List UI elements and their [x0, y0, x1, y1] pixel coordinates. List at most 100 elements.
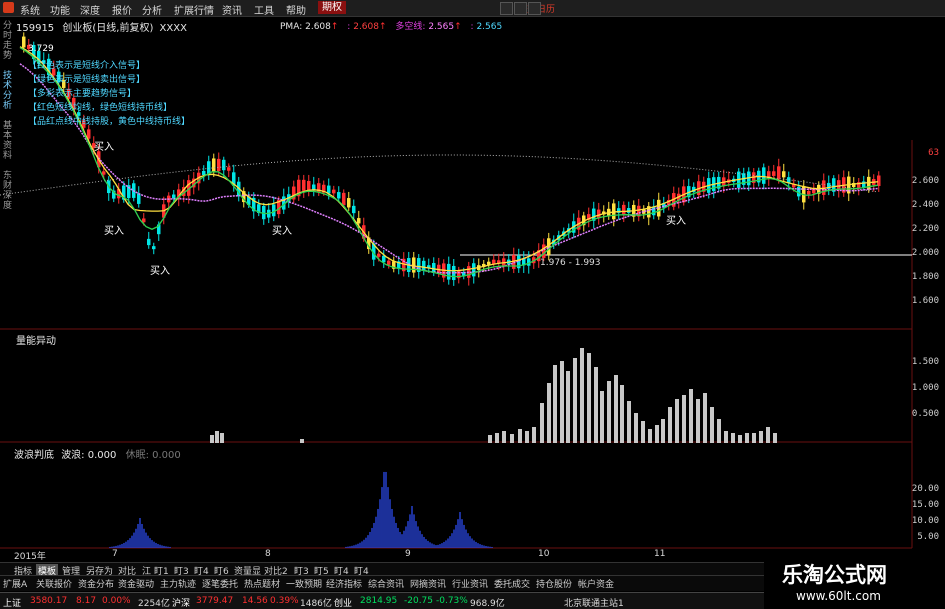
- sz-index-pct: 0.39%: [270, 596, 299, 606]
- wave-bottom-bars: [109, 471, 493, 548]
- tab-fund-driver[interactable]: 资金驱动: [118, 577, 154, 590]
- volume-bar: [614, 375, 618, 443]
- cyb-index-change: -20.75: [404, 596, 434, 606]
- volume-bar: [752, 433, 756, 443]
- dormant-value: 0.000: [152, 450, 181, 461]
- sz-index-change: 14.56: [242, 596, 268, 606]
- volume-bar: [731, 433, 735, 443]
- tab-industry-news[interactable]: 行业资讯: [452, 577, 488, 590]
- tab-account-funds[interactable]: 帐户资金: [578, 577, 614, 590]
- volume-bar: [547, 383, 551, 443]
- price-axis-top-label: 63: [928, 148, 939, 158]
- volume-bar: [661, 419, 665, 443]
- volume-bar: [627, 401, 631, 443]
- tab-economic-indicators[interactable]: 经济指标: [326, 577, 362, 590]
- volume-bar: [587, 353, 591, 443]
- volume-bar: [710, 407, 714, 443]
- sz-index-amount: 1486亿: [300, 599, 332, 609]
- sh-index-change: 8.17: [76, 596, 97, 606]
- wave-tick: 5.00: [917, 532, 939, 542]
- volume-bar: [668, 407, 672, 443]
- volume-bar: [215, 431, 219, 443]
- site-watermark: 乐淘公式网 www.60lt.com: [764, 555, 945, 609]
- tab-hot-topics[interactable]: 热点题材: [244, 577, 280, 590]
- watermark-title: 乐淘公式网: [782, 563, 887, 587]
- tab-main-track[interactable]: 主力轨迹: [160, 577, 196, 590]
- cyb-index-value: 2814.95: [360, 596, 398, 606]
- volume-tick: 1.000: [911, 383, 939, 393]
- sh-index-value: 3580.17: [30, 596, 68, 606]
- tab-tick-order[interactable]: 逐笔委托: [202, 577, 238, 590]
- wave-tick: 15.00: [911, 500, 939, 510]
- candlesticks: [22, 32, 881, 286]
- volume-bar: [518, 429, 522, 443]
- volume-bar: [648, 429, 652, 443]
- price-tick: 2.600: [911, 176, 939, 186]
- price-tick: 2.000: [911, 248, 939, 258]
- volume-bar: [696, 399, 700, 443]
- tab-general-news[interactable]: 综合资讯: [368, 577, 404, 590]
- sz-index-label: 沪深: [172, 599, 191, 609]
- price-tick: 1.600: [911, 296, 939, 306]
- buy-signal-1: 买入: [94, 142, 114, 153]
- x-label-month: 11: [654, 549, 666, 559]
- low-marker: 1.976 - 1.993: [540, 258, 601, 268]
- chart-canvas: [0, 32, 913, 549]
- legend-top-value: 3.729: [28, 44, 54, 54]
- legend-line-3: 【多彩表示主要趋势信号】: [28, 89, 137, 99]
- sz-index-value: 3779.47: [196, 596, 234, 606]
- buy-signal-2: 买入: [104, 226, 124, 237]
- sh-index-amount: 2254亿: [138, 599, 170, 609]
- volume-bars: [210, 348, 777, 443]
- volume-bar: [682, 395, 686, 443]
- volume-bar: [703, 393, 707, 443]
- volume-bar: [488, 435, 492, 443]
- tab-fund-distribution[interactable]: 资金分布: [78, 577, 114, 590]
- volume-bar: [655, 425, 659, 443]
- tab-related-quote[interactable]: 关联报价: [36, 577, 72, 590]
- wave-tick: 10.00: [911, 516, 939, 526]
- volume-bar: [745, 433, 749, 443]
- volume-bar: [560, 361, 564, 443]
- volume-bar: [300, 439, 304, 443]
- volume-bar: [540, 403, 544, 443]
- volume-bar: [600, 391, 604, 443]
- volume-bar: [553, 365, 557, 443]
- volume-bar: [689, 389, 693, 443]
- volume-bar: [717, 419, 721, 443]
- x-label-year: 2015年: [14, 552, 46, 562]
- price-tick: 2.400: [911, 200, 939, 210]
- volume-bar: [675, 399, 679, 443]
- tab-ext-a[interactable]: 扩展A: [3, 577, 27, 590]
- legend-line-5: 【品红点线中线持股，黄色中线持币线】: [28, 117, 191, 127]
- volume-bar: [724, 431, 728, 443]
- legend-line-2: 【绿色表示是短线卖出信号】: [28, 75, 146, 85]
- volume-tick: 0.500: [911, 409, 939, 419]
- buy-signal-4: 买入: [272, 226, 292, 237]
- buy-signal-3: 买入: [150, 266, 170, 277]
- volume-bar: [620, 385, 624, 443]
- volume-bar: [502, 431, 506, 443]
- server-status[interactable]: 北京联通主站1: [564, 596, 624, 609]
- buy-signal-5: 买入: [666, 216, 686, 227]
- x-label-month: 8: [265, 549, 271, 559]
- x-label-month: 9: [405, 549, 411, 559]
- tab-order-fills[interactable]: 委托成交: [494, 577, 530, 590]
- tab-holdings[interactable]: 持仓股份: [536, 577, 572, 590]
- sh-index-label: 上证: [3, 599, 22, 609]
- volume-tick: 1.500: [911, 357, 939, 367]
- volume-bar: [220, 433, 224, 443]
- wave-value: 0.000: [87, 450, 117, 461]
- wave-panel-header: 波浪判底 波浪: 0.000 休眠: 0.000: [14, 446, 181, 461]
- volume-bar: [573, 358, 577, 443]
- volume-bar: [510, 434, 514, 443]
- wave-tick: 20.00: [911, 484, 939, 494]
- volume-bar: [766, 427, 770, 443]
- volume-bar: [525, 431, 529, 443]
- volume-bar: [738, 435, 742, 443]
- volume-bar: [210, 435, 214, 443]
- tab-consensus[interactable]: 一致预期: [286, 577, 322, 590]
- wave-panel-title: 波浪判底: [14, 450, 54, 461]
- volume-bar: [594, 367, 598, 443]
- tab-web-news[interactable]: 网摘资讯: [410, 577, 446, 590]
